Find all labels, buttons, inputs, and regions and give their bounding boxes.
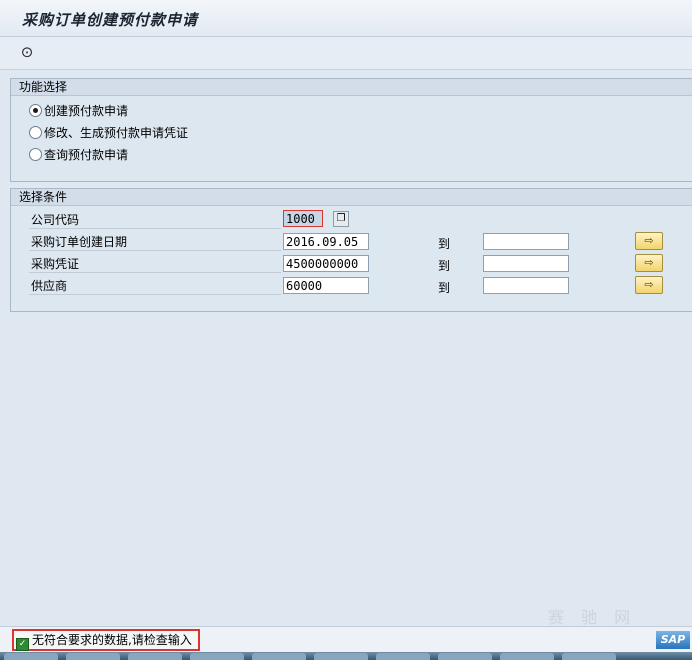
sap-logo: SAP — [656, 631, 690, 649]
arrow-right-icon: ⇨ — [644, 234, 654, 247]
po-date-to-input[interactable] — [483, 233, 569, 250]
taskbar-button[interactable] — [4, 653, 58, 660]
radio-label: 修改、生成预付款申请凭证 — [44, 126, 189, 140]
po-date-multiple-selection-button[interactable]: ⇨ — [635, 232, 663, 250]
taskbar-button[interactable] — [252, 653, 306, 660]
po-date-from-input[interactable]: 2016.09.05 — [283, 233, 369, 250]
po-date-label: 采购订单创建日期 — [31, 235, 128, 249]
po-number-to-input[interactable] — [483, 255, 569, 272]
radio-modify-prepayment[interactable]: 修改、生成预付款申请凭证 — [29, 124, 188, 142]
po-number-label: 采购凭证 — [31, 257, 80, 271]
radio-create-prepayment[interactable]: 创建预付款申请 — [29, 102, 128, 120]
selection-criteria-group: 选择条件 公司代码 1000 ❐ 采购订单创建日期 2016.09.05 到 ⇨… — [10, 188, 692, 312]
status-bar: ✓ 无符合要求的数据,请检查输入 SAP — [0, 626, 692, 653]
vendor-to-label: 到 — [438, 281, 451, 295]
row-underline — [29, 228, 281, 229]
title-bar: 采购订单创建预付款申请 — [0, 0, 692, 37]
watermark: 赛 驰 网 — [548, 608, 637, 627]
row-underline — [29, 272, 281, 273]
company-code-label: 公司代码 — [31, 213, 80, 227]
po-number-to-label: 到 — [438, 259, 451, 273]
taskbar-button[interactable] — [562, 653, 616, 660]
windows-taskbar — [0, 652, 692, 660]
company-code-input[interactable]: 1000 — [283, 210, 323, 227]
po-date-to-label: 到 — [438, 237, 451, 251]
taskbar-button[interactable] — [438, 653, 492, 660]
row-underline — [29, 294, 281, 295]
radio-label: 查询预付款申请 — [44, 148, 129, 162]
execute-icon[interactable]: ⊙ — [18, 43, 36, 61]
arrow-right-icon: ⇨ — [644, 278, 654, 291]
company-code-row: 公司代码 — [29, 209, 289, 229]
application-toolbar: ⊙ — [0, 37, 692, 70]
taskbar-button[interactable] — [376, 653, 430, 660]
radio-query-prepayment[interactable]: 查询预付款申请 — [29, 146, 128, 164]
success-check-icon: ✓ — [16, 638, 29, 651]
row-underline — [29, 250, 281, 251]
status-message-text: 无符合要求的数据,请检查输入 — [32, 633, 192, 647]
vendor-multiple-selection-button[interactable]: ⇨ — [635, 276, 663, 294]
taskbar-button[interactable] — [66, 653, 120, 660]
taskbar-button[interactable] — [190, 653, 244, 660]
po-number-from-input[interactable]: 4500000000 — [283, 255, 369, 272]
radio-unselected-icon[interactable] — [29, 148, 42, 161]
vendor-label: 供应商 — [31, 279, 68, 293]
radio-selected-icon[interactable] — [29, 104, 42, 117]
taskbar-button[interactable] — [128, 653, 182, 660]
page-title: 采购订单创建预付款申请 — [22, 11, 199, 29]
taskbar-button[interactable] — [314, 653, 368, 660]
arrow-right-icon: ⇨ — [644, 256, 654, 269]
taskbar-button[interactable] — [500, 653, 554, 660]
vendor-from-input[interactable]: 60000 — [283, 277, 369, 294]
selection-criteria-header: 选择条件 — [11, 189, 692, 206]
function-selection-group: 功能选择 创建预付款申请 修改、生成预付款申请凭证 查询预付款申请 — [10, 78, 692, 182]
po-date-row: 采购订单创建日期 — [29, 231, 289, 251]
function-selection-header: 功能选择 — [11, 79, 692, 96]
copy-icon[interactable]: ❐ — [333, 211, 349, 227]
vendor-row: 供应商 — [29, 275, 289, 295]
vendor-to-input[interactable] — [483, 277, 569, 294]
po-number-multiple-selection-button[interactable]: ⇨ — [635, 254, 663, 272]
po-number-row: 采购凭证 — [29, 253, 289, 273]
radio-unselected-icon[interactable] — [29, 126, 42, 139]
status-message[interactable]: ✓ 无符合要求的数据,请检查输入 — [12, 629, 200, 651]
radio-label: 创建预付款申请 — [44, 104, 129, 118]
